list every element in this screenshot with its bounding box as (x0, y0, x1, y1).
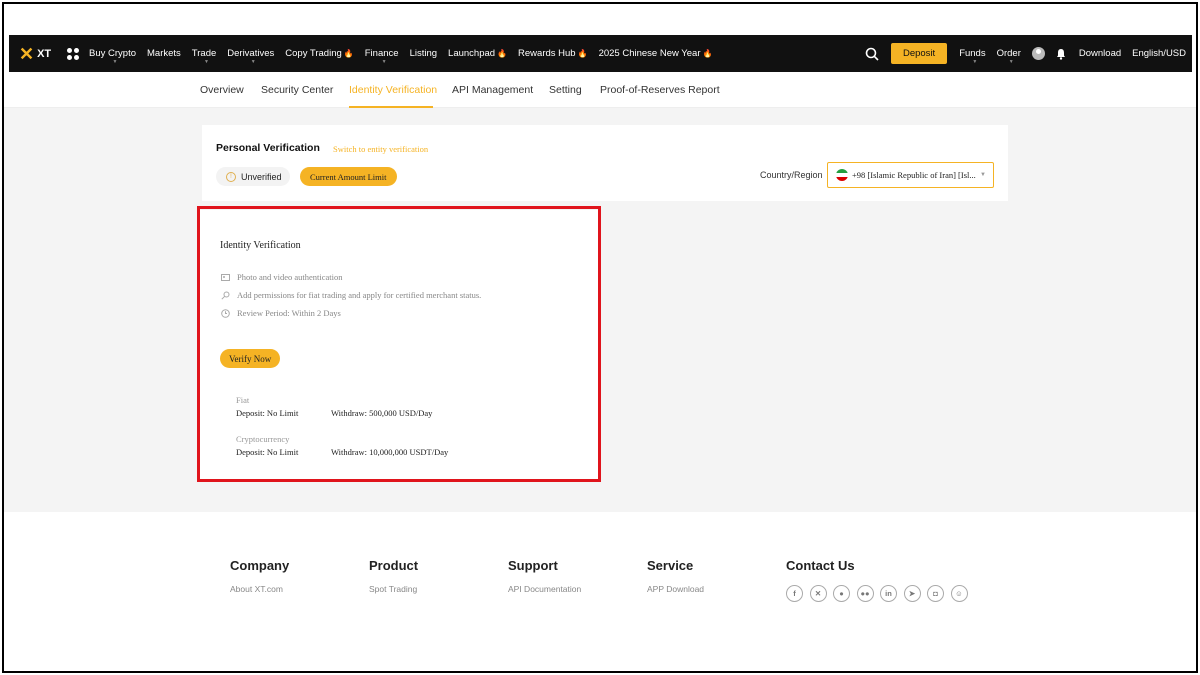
footer-heading: Service (647, 558, 694, 573)
apps-grid-icon[interactable] (67, 47, 79, 60)
tab-security-center[interactable]: Security Center (261, 84, 333, 96)
country-region-label: Country/Region (760, 170, 823, 180)
nav-listing[interactable]: Listing (410, 48, 437, 59)
fire-icon: 🔥 (497, 49, 508, 58)
footer: Company About XT.com Product Spot Tradin… (4, 512, 1196, 671)
reddit-icon[interactable]: ● (833, 585, 850, 602)
instagram-icon[interactable]: ◘ (927, 585, 944, 602)
footer-link-app-download[interactable]: APP Download (647, 584, 704, 594)
tab-proof-of-reserves[interactable]: Proof-of-Reserves Report (600, 84, 720, 96)
telegram-icon[interactable]: ➤ (903, 585, 921, 602)
iran-flag-icon (836, 169, 848, 181)
chevron-down-icon: ▼ (112, 59, 118, 65)
nav-funds[interactable]: Funds ▼ (959, 48, 985, 65)
nav-markets[interactable]: Markets (147, 48, 181, 59)
chevron-down-icon: ▼ (972, 59, 978, 65)
current-amount-limit-button[interactable]: Current Amount Limit (300, 167, 397, 186)
country-region-select[interactable]: +98 [Islamic Republic of Iran] [Isl... ▼ (827, 162, 994, 188)
fire-icon: 🔥 (343, 49, 354, 58)
nav-finance[interactable]: Finance ▼ (365, 48, 399, 65)
chevron-down-icon: ▼ (204, 59, 209, 65)
status-label: Unverified (241, 171, 282, 182)
nav-launchpad[interactable]: Launchpad 🔥 (448, 48, 507, 59)
x-icon[interactable]: ✕ (809, 585, 827, 602)
footer-heading: Support (508, 558, 558, 573)
deposit-button[interactable]: Deposit (890, 43, 948, 64)
xt-logo[interactable]: ✕ XT (19, 45, 63, 63)
footer-heading: Contact Us (786, 558, 855, 573)
footer-support: Support API Documentation (508, 558, 581, 594)
footer-product: Product Spot Trading (369, 558, 418, 594)
facebook-icon[interactable]: f (786, 585, 803, 602)
fire-icon: 🔥 (702, 49, 713, 58)
switch-to-entity-link[interactable]: Switch to entity verification (333, 144, 428, 154)
xt-logo-text: XT (37, 47, 52, 60)
unverified-icon: ! (226, 171, 236, 182)
chevron-down-icon: ▼ (250, 59, 256, 65)
nav-download[interactable]: Download (1079, 48, 1121, 59)
nav-right-group: Deposit Funds ▼ Order ▼ Download English/U… (865, 35, 1192, 72)
tab-overview[interactable]: Overview (200, 84, 244, 96)
avatar[interactable] (1031, 47, 1045, 60)
highlight-box (197, 206, 601, 482)
tab-api-management[interactable]: API Management (452, 84, 533, 96)
footer-link-spot-trading[interactable]: Spot Trading (369, 584, 418, 594)
footer-link-api-docs[interactable]: API Documentation (508, 584, 581, 594)
nav-trade[interactable]: Trade ▼ (192, 48, 216, 65)
fire-icon: 🔥 (577, 49, 588, 58)
footer-link-about[interactable]: About XT.com (230, 584, 289, 594)
top-nav: ✕ XT Buy Crypto ▼ Markets Trade ▼ Derivati… (9, 35, 1192, 72)
personal-verification-title: Personal Verification (216, 142, 320, 154)
nav-copy-trading[interactable]: Copy Trading 🔥 (285, 48, 353, 59)
account-subnav: Overview Security Center Identity Verifi… (4, 72, 1196, 108)
app-frame: ✕ XT Buy Crypto ▼ Markets Trade ▼ Derivati… (2, 2, 1198, 673)
chevron-down-icon: ▼ (1008, 59, 1014, 65)
personal-verification-card: Personal Verification Switch to entity v… (202, 125, 1008, 201)
nav-buy-crypto[interactable]: Buy Crypto ▼ (89, 48, 136, 65)
nav-rewards-hub[interactable]: Rewards Hub 🔥 (518, 48, 588, 59)
chevron-down-icon: ▼ (980, 172, 986, 178)
medium-icon[interactable]: ●● (856, 585, 874, 602)
footer-service: Service APP Download (647, 558, 704, 594)
footer-company: Company About XT.com (230, 558, 289, 594)
status-badge: ! Unverified (216, 167, 290, 186)
main-content: Personal Verification Switch to entity v… (4, 108, 1196, 512)
nav-chinese-new-year[interactable]: 2025 Chinese New Year 🔥 (599, 48, 713, 59)
xt-logo-mark-icon: ✕ (19, 43, 35, 64)
tab-identity-verification[interactable]: Identity Verification (349, 84, 437, 96)
search-icon[interactable] (865, 47, 879, 61)
linkedin-icon[interactable]: in (880, 585, 897, 602)
chevron-down-icon: ▼ (381, 59, 387, 65)
nav-language-currency[interactable]: English/USD (1132, 48, 1186, 59)
footer-contact: Contact Us f ✕ ● ●● in ➤ ◘ ☺ (786, 558, 974, 602)
bell-icon[interactable] (1055, 48, 1067, 60)
nav-order[interactable]: Order ▼ (997, 48, 1021, 65)
tab-setting[interactable]: Setting (549, 84, 582, 96)
social-links: f ✕ ● ●● in ➤ ◘ ☺ (786, 585, 974, 602)
country-region-value: +98 [Islamic Republic of Iran] [Isl... (852, 170, 976, 180)
nav-derivatives[interactable]: Derivatives ▼ (227, 48, 274, 65)
footer-heading: Company (230, 558, 290, 573)
discord-icon[interactable]: ☺ (950, 585, 968, 602)
footer-heading: Product (369, 558, 419, 573)
